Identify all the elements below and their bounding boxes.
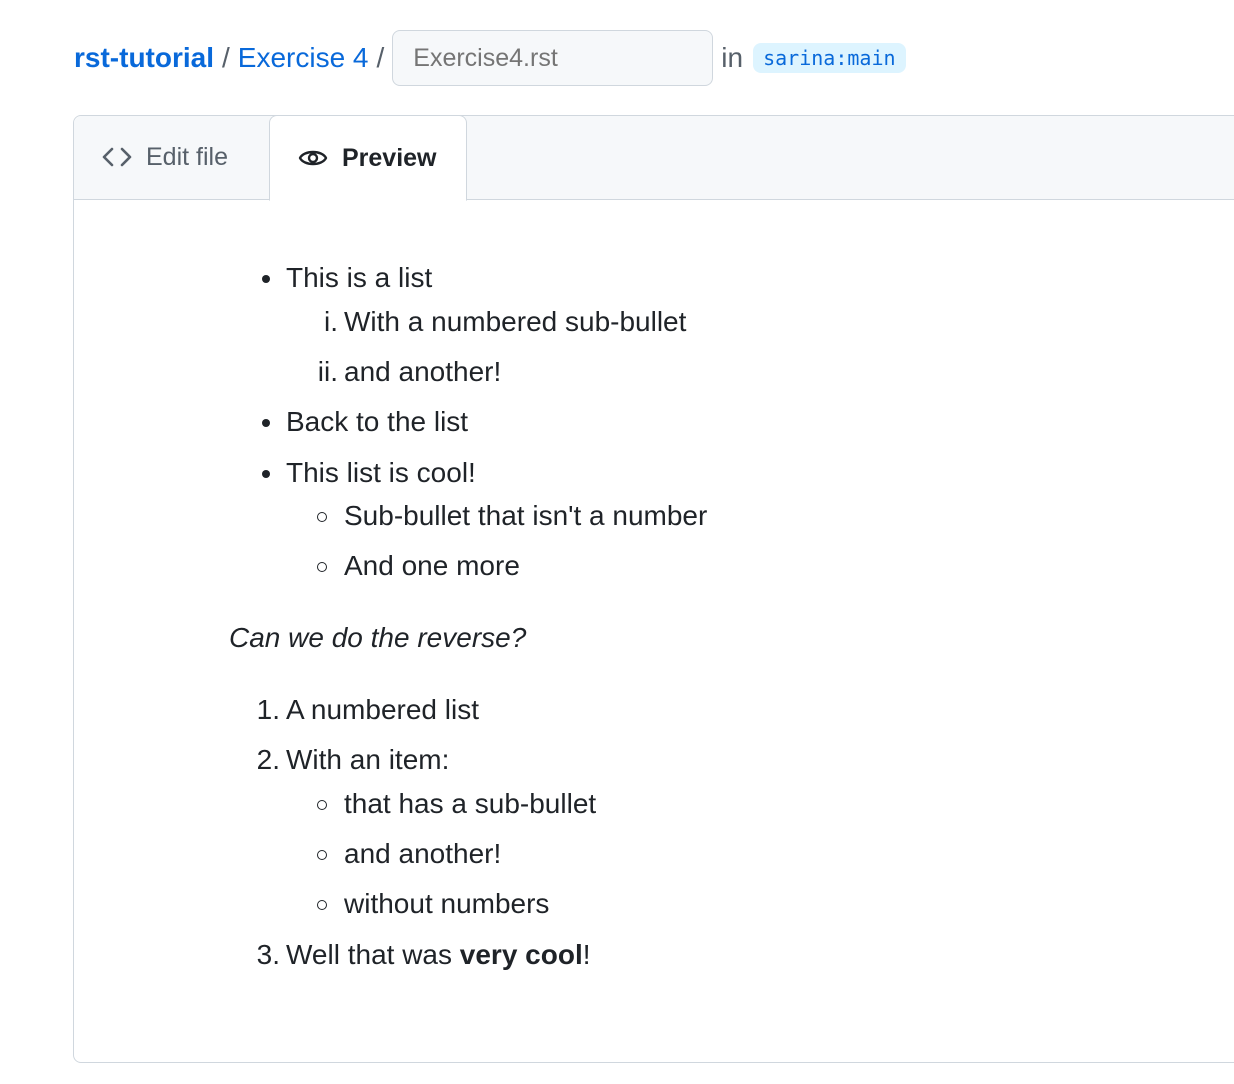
list-item: and another! [344,838,502,869]
list-item: and another! [344,356,502,387]
text-plain: Well that was [286,939,460,970]
in-label: in [721,42,744,73]
eye-icon [298,143,328,173]
list-item: Well that was very cool! [286,941,591,969]
tab-edit-label: Edit file [146,142,228,171]
repo-link[interactable]: rst-tutorial [74,42,214,74]
list-marker: i. [324,306,338,337]
list-item: This list is cool! [286,457,476,488]
list-item: A numbered list [286,694,479,725]
list-marker: 1. [256,694,280,725]
bullet-circle [317,850,327,860]
list-item: And one more [344,550,520,581]
file-editor: Edit file Preview This is a list i. With… [73,115,1234,1063]
text-bold: very cool [459,939,583,970]
tab-preview[interactable]: Preview [269,115,467,201]
preview-pane: This is a list i. With a numbered sub-bu… [74,201,1234,1062]
breadcrumb-separator: / [376,42,385,73]
bullet-circle [317,900,327,910]
filename-input[interactable] [392,30,714,86]
list-marker: 3. [256,939,280,970]
bullet-disc [262,419,270,427]
breadcrumb: rst-tutorial / Exercise 4 / in sarina:ma… [74,30,906,86]
italic-question: Can we do the reverse? [229,622,527,653]
bullet-disc [262,470,270,478]
branch-badge[interactable]: sarina:main [753,43,906,73]
tab-edit-file[interactable]: Edit file [74,115,269,199]
list-item: With an item: [286,744,450,775]
text-plain: ! [582,939,591,970]
bullet-circle [317,512,327,522]
list-item: that has a sub-bullet [344,788,597,819]
breadcrumb-separator: / [222,42,230,73]
bullet-disc [262,275,270,283]
list-marker: 2. [256,744,280,775]
list-item: Sub-bullet that isn't a number [344,500,708,531]
list-item: Back to the list [286,406,469,437]
editor-tabbar: Edit file Preview [74,115,1234,201]
list-marker: ii. [317,356,338,387]
tab-preview-label: Preview [342,143,437,172]
bullet-circle [317,562,327,572]
bullet-circle [317,800,327,810]
folder-link[interactable]: Exercise 4 [238,42,369,74]
list-item: without numbers [344,888,550,919]
list-item: This is a list [286,262,433,293]
list-item: With a numbered sub-bullet [344,306,687,337]
code-icon [102,142,132,172]
